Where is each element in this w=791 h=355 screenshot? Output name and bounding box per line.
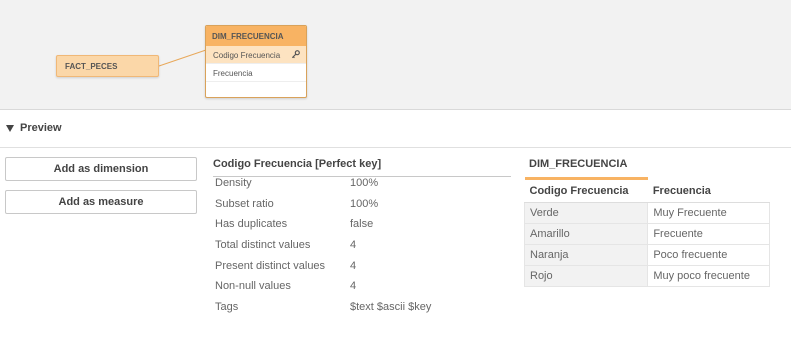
table-row: Naranja Poco frecuente xyxy=(523,244,770,266)
preview-bar: Preview xyxy=(0,110,791,148)
data-preview-table: Codigo Frecuencia Frecuencia Verde Muy F… xyxy=(523,177,770,287)
stats-label: Has duplicates xyxy=(215,218,288,231)
preview-label: Preview xyxy=(20,122,62,134)
column-header-codigo-frecuencia[interactable]: Codigo Frecuencia xyxy=(524,177,648,203)
dim-table-name: DIM_FRECUENCIA xyxy=(212,32,284,41)
field-stats-panel: Codigo Frecuencia [Perfect key] Density … xyxy=(213,157,511,322)
model-canvas[interactable]: FACT_PECES DIM_FRECUENCIA Codigo Frecuen… xyxy=(0,0,791,110)
table-cell: Amarillo xyxy=(523,223,649,245)
data-preview: DIM_FRECUENCIA Codigo Frecuencia Frecuen… xyxy=(523,157,770,287)
stats-row-total-distinct: Total distinct values 4 xyxy=(213,239,511,260)
column-header-frecuencia[interactable]: Frecuencia xyxy=(647,178,770,203)
stats-row-subset-ratio: Subset ratio 100% xyxy=(213,198,511,219)
dim-field-label: Frecuencia xyxy=(213,69,253,78)
table-row: Verde Muy Frecuente xyxy=(523,202,770,224)
data-preview-title: DIM_FRECUENCIA xyxy=(529,158,628,170)
dim-field-frecuencia[interactable]: Frecuencia xyxy=(206,64,306,82)
dim-table-node[interactable]: DIM_FRECUENCIA Codigo Frecuencia Frecuen… xyxy=(205,25,307,98)
stats-value: false xyxy=(350,218,374,231)
table-cell: Muy poco frecuente xyxy=(647,265,770,287)
stats-label: Tags xyxy=(215,301,239,314)
stats-value: 4 xyxy=(350,259,357,272)
fact-table-name: FACT_PECES xyxy=(65,62,118,71)
table-cell: Muy Frecuente xyxy=(647,202,770,224)
add-as-dimension-button[interactable]: Add as dimension xyxy=(5,157,197,181)
table-cell: Naranja xyxy=(523,244,649,266)
dim-field-label: Codigo Frecuencia xyxy=(213,51,281,60)
stats-value: 100% xyxy=(350,197,379,210)
stats-row-has-duplicates: Has duplicates false xyxy=(213,218,511,239)
key-icon xyxy=(291,50,300,59)
dim-field-codigo-frecuencia[interactable]: Codigo Frecuencia xyxy=(206,46,306,64)
add-as-measure-button[interactable]: Add as measure xyxy=(5,190,197,214)
stats-label: Present distinct values xyxy=(215,259,326,272)
stats-row-present-distinct: Present distinct values 4 xyxy=(213,260,511,281)
stats-label: Total distinct values xyxy=(215,239,311,252)
preview-toggle[interactable]: Preview xyxy=(6,122,62,134)
table-cell: Rojo xyxy=(523,265,649,287)
table-row: Rojo Muy poco frecuente xyxy=(523,265,770,287)
stats-row-tags: Tags $text $ascii $key xyxy=(213,301,511,322)
stats-value: $text $ascii $key xyxy=(350,301,432,314)
table-header-row: Codigo Frecuencia Frecuencia xyxy=(524,177,770,203)
table-cell: Verde xyxy=(523,202,649,224)
collapse-triangle-icon xyxy=(6,124,14,132)
table-cell: Frecuente xyxy=(647,223,770,245)
table-cell: Poco frecuente xyxy=(647,244,770,266)
stats-value: 100% xyxy=(350,177,379,189)
stats-label: Non-null values xyxy=(215,280,291,293)
stats-value: 4 xyxy=(350,280,357,293)
fact-table-node[interactable]: FACT_PECES xyxy=(56,55,159,77)
stats-row-non-null: Non-null values 4 xyxy=(213,280,511,301)
stats-row-density: Density 100% xyxy=(213,177,511,198)
table-row: Amarillo Frecuente xyxy=(523,223,770,245)
stats-label: Density xyxy=(215,177,252,189)
dim-table-header[interactable]: DIM_FRECUENCIA xyxy=(206,26,306,46)
field-stats-title: Codigo Frecuencia [Perfect key] xyxy=(213,157,511,177)
stats-value: 4 xyxy=(350,239,357,252)
stats-label: Subset ratio xyxy=(215,197,274,210)
